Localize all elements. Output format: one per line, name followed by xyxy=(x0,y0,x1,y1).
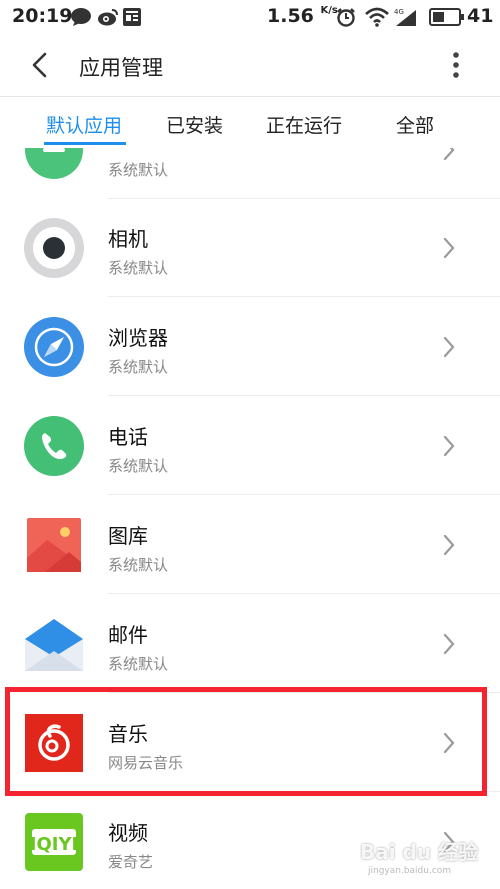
chevron-right-icon xyxy=(440,235,458,261)
battery-icon xyxy=(429,8,465,30)
list-divider xyxy=(108,494,500,495)
tab-all[interactable]: 全部 xyxy=(396,111,434,138)
mail-icon xyxy=(23,613,85,675)
more-vertical-icon[interactable] xyxy=(444,48,468,82)
status-bar: 20:19 1.56 K/s 4G 41 xyxy=(0,0,500,34)
list-divider xyxy=(108,395,500,396)
list-item-title: 相机 xyxy=(108,227,148,251)
gallery-icon xyxy=(23,514,85,576)
svg-text:IQIYI: IQIYI xyxy=(30,834,78,855)
signal-4g-icon: 4G xyxy=(394,7,418,31)
list-item-subtitle: 系统默认 xyxy=(108,556,169,574)
svg-text:4G: 4G xyxy=(394,8,404,16)
list-item-subtitle: 系统默认 xyxy=(108,457,169,475)
list-item-mail[interactable]: 邮件 系统默认 xyxy=(0,595,500,693)
status-time: 20:19 xyxy=(12,5,73,27)
tab-default-apps[interactable]: 默认应用 xyxy=(46,111,122,138)
list-item-phone[interactable]: 电话 系统默认 xyxy=(0,397,500,495)
weibo-icon xyxy=(97,7,119,31)
battery-level: 41 xyxy=(467,5,494,27)
list-item-title: 电话 xyxy=(108,425,148,449)
list-item-title: 图库 xyxy=(108,524,148,548)
camera-icon xyxy=(23,217,85,279)
list-item-subtitle: 系统默认 xyxy=(108,358,169,376)
chevron-left-icon[interactable] xyxy=(26,50,56,80)
chevron-right-icon xyxy=(440,631,458,657)
phone-icon xyxy=(23,415,85,477)
chat-bubble-icon xyxy=(70,7,92,31)
highlight-annotation-box xyxy=(5,687,487,796)
tab-bar: 默认应用 已安装 正在运行 全部 xyxy=(0,97,500,147)
list-item[interactable]: 系统默认 xyxy=(0,148,500,199)
network-speed: 1.56 K/s xyxy=(267,5,338,27)
iqiyi-icon: IQIYI xyxy=(23,811,85,873)
list-item-subtitle: 爱奇艺 xyxy=(108,853,154,871)
list-item-subtitle: 系统默认 xyxy=(108,259,169,277)
list-item-title: 邮件 xyxy=(108,623,148,647)
baidu-jingyan-watermark: Bai du 经验 xyxy=(360,840,479,864)
chevron-right-icon xyxy=(440,334,458,360)
list-item-browser[interactable]: 浏览器 系统默认 xyxy=(0,298,500,396)
chevron-right-icon xyxy=(440,148,458,163)
list-divider xyxy=(108,593,500,594)
active-tab-indicator xyxy=(44,142,126,145)
tab-installed[interactable]: 已安装 xyxy=(166,111,223,138)
message-icon xyxy=(23,148,85,181)
page-title: 应用管理 xyxy=(79,56,163,80)
app-header: 应用管理 xyxy=(0,34,500,96)
list-item-gallery[interactable]: 图库 系统默认 xyxy=(0,496,500,594)
chevron-right-icon xyxy=(440,433,458,459)
list-item-title: 浏览器 xyxy=(108,326,168,350)
wifi-icon xyxy=(365,7,389,31)
list-divider xyxy=(108,296,500,297)
list-item-camera[interactable]: 相机 系统默认 xyxy=(0,199,500,297)
tab-running[interactable]: 正在运行 xyxy=(266,111,342,138)
alarm-icon xyxy=(336,7,356,31)
list-item-subtitle: 系统默认 xyxy=(108,161,169,179)
list-item-title: 视频 xyxy=(108,821,148,845)
watermark-url: jingyan.baidu.com xyxy=(368,866,452,876)
browser-compass-icon xyxy=(23,316,85,378)
chevron-right-icon xyxy=(440,532,458,558)
list-item-subtitle: 系统默认 xyxy=(108,655,169,673)
news-icon xyxy=(122,7,142,31)
